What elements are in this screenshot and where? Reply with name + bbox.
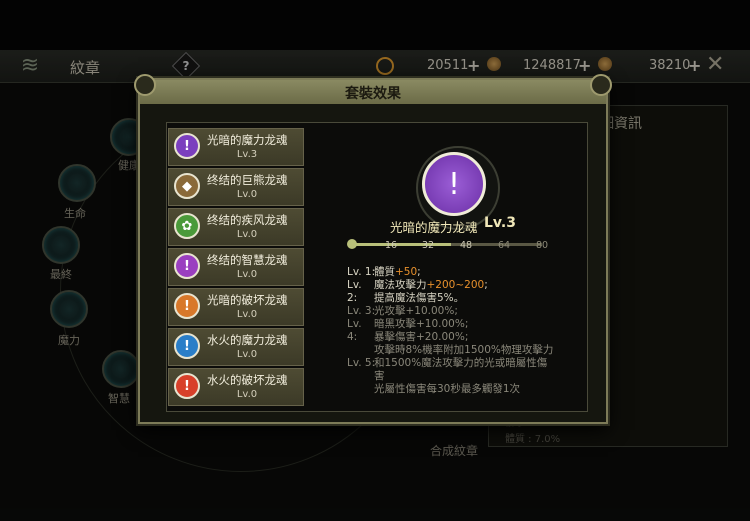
effect-level-label: Lv. 5: (347, 357, 376, 369)
corner-ornament (590, 74, 612, 96)
effect-text: 暗黑攻擊+10.00%; (374, 318, 469, 330)
item-name: 光暗的破坏龙魂 (207, 293, 288, 307)
effect-line: Lv. 暗黑攻擊+10.00%; (347, 318, 468, 331)
progress-tick: 16 (385, 240, 398, 251)
corner-ornament (134, 74, 156, 96)
item-name: 水火的魔力龙魂 (207, 333, 288, 347)
progress-tick: 32 (422, 240, 435, 251)
dragon-soul-icon: ✿ (174, 213, 200, 239)
effect-suffix: ; (417, 266, 421, 278)
item-level: Lv.0 (236, 349, 258, 360)
list-item[interactable]: ! 光暗的破坏龙魂 Lv.0 (168, 288, 304, 326)
effect-line: 攻擊時8%機率附加1500%物理攻擊力 (347, 344, 553, 357)
dragon-soul-icon: ! (174, 293, 200, 319)
list-item[interactable]: ! 水火的魔力龙魂 Lv.0 (168, 328, 304, 366)
list-item[interactable]: ! 水火的破坏龙魂 Lv.0 (168, 368, 304, 406)
effect-suffix: ; (484, 279, 488, 291)
item-level: Lv.0 (236, 269, 258, 280)
effect-line: 害 (347, 370, 385, 383)
effect-level-label: Lv. 3: (347, 305, 376, 317)
item-name: 终结的巨熊龙魂 (207, 173, 288, 187)
selected-level: Lv.3 (484, 215, 516, 231)
level-progress-fill (352, 243, 451, 246)
effect-text: 體質 (374, 266, 395, 278)
effect-text: 魔法攻擊力 (374, 279, 427, 291)
list-item[interactable]: ◆ 终结的巨熊龙魂 Lv.0 (168, 168, 304, 206)
effect-value: +200~200 (426, 279, 485, 291)
effect-level-label: 4: (347, 331, 358, 343)
selected-dragon-soul-icon: ! (422, 152, 486, 216)
effect-level-label: 2: (347, 292, 358, 304)
dragon-soul-icon: ! (174, 373, 200, 399)
effect-line: 2: 提高魔法傷害5%。 (347, 292, 464, 305)
effect-line: 光屬性傷害每30秒最多觸發1次 (347, 383, 520, 396)
effect-level-label: Lv. (347, 279, 362, 291)
dialog-title: 套裝效果 (345, 86, 401, 102)
item-level: Lv.0 (236, 309, 258, 320)
effect-text: 提高魔法傷害5%。 (374, 292, 465, 304)
item-level: Lv.3 (236, 149, 258, 160)
progress-tick: 80 (536, 240, 549, 251)
effect-text: 攻擊時8%機率附加1500%物理攻擊力 (374, 344, 554, 356)
level-progress-start (347, 239, 357, 249)
item-name: 光暗的魔力龙魂 (207, 133, 288, 147)
list-item[interactable]: ✿ 终结的疾风龙魂 Lv.0 (168, 208, 304, 246)
item-name: 终结的智慧龙魂 (207, 253, 288, 267)
selected-name: 光暗的魔力龙魂 (390, 220, 478, 235)
item-level: Lv.0 (236, 229, 258, 240)
item-name: 水火的破坏龙魂 (207, 373, 288, 387)
effect-text: 光屬性傷害每30秒最多觸發1次 (374, 383, 521, 395)
effect-line: 4: 暴擊傷害+20.00%; (347, 331, 468, 344)
effect-level-label: Lv. (347, 318, 362, 330)
dragon-soul-icon: ◆ (174, 173, 200, 199)
effect-text: 光攻擊+10.00%; (374, 305, 458, 317)
progress-tick: 48 (460, 240, 473, 251)
effect-level-label: Lv. 1: (347, 266, 376, 278)
effect-text: 和1500%魔法攻擊力的光或暗屬性傷 (374, 357, 548, 369)
list-item[interactable]: ! 光暗的魔力龙魂 Lv.3 (168, 128, 304, 166)
effect-text: 害 (374, 370, 385, 382)
item-level: Lv.0 (236, 189, 258, 200)
item-level: Lv.0 (236, 389, 258, 400)
progress-tick: 64 (498, 240, 511, 251)
list-item[interactable]: ! 终结的智慧龙魂 Lv.0 (168, 248, 304, 286)
effect-text: 暴擊傷害+20.00%; (374, 331, 469, 343)
effect-line: Lv. 1:體質+50; (347, 266, 421, 279)
item-name: 终结的疾风龙魂 (207, 213, 288, 227)
dragon-soul-icon: ! (174, 333, 200, 359)
effect-line: Lv. 5:和1500%魔法攻擊力的光或暗屬性傷 (347, 357, 547, 370)
effect-value: +50 (395, 266, 418, 278)
effect-line: Lv. 魔法攻擊力+200~200; (347, 279, 488, 292)
effect-line: Lv. 3:光攻擊+10.00%; (347, 305, 458, 318)
dragon-soul-icon: ! (174, 253, 200, 279)
dragon-soul-icon: ! (174, 133, 200, 159)
set-effect-dialog: 套裝效果 ! 光暗的魔力龙魂 Lv.3 ◆ 终结的巨熊龙魂 Lv.0 ✿ 终结的… (134, 74, 612, 424)
